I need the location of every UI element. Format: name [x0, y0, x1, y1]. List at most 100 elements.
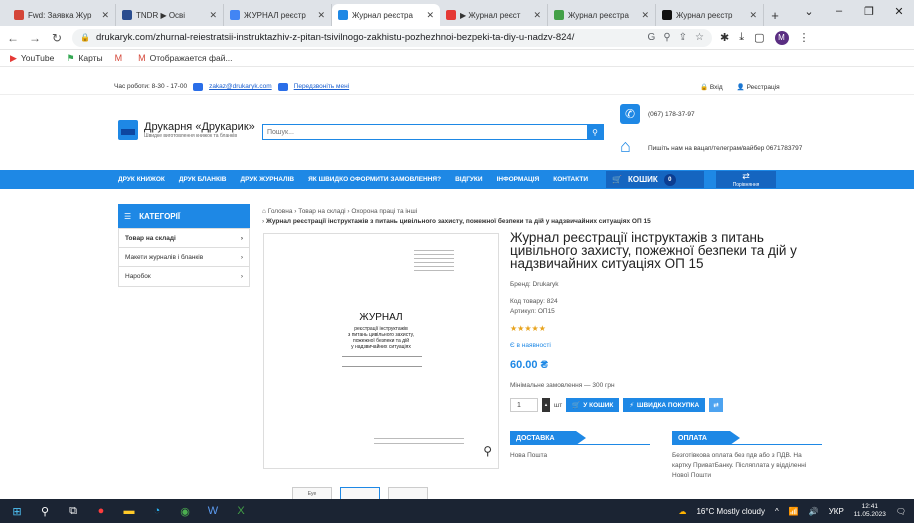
zoom-icon[interactable]: ⚲ [663, 32, 670, 43]
edge-icon[interactable]: ◔ [150, 504, 164, 518]
category-item[interactable]: Товар на складі › [119, 229, 249, 248]
browser-tab[interactable]: Журнал реєстр ✕ [656, 4, 764, 26]
lock-icon[interactable]: 🔒 [80, 33, 90, 42]
menu-icon[interactable]: ⋮ [799, 31, 810, 44]
maximize-button[interactable]: ❐ [854, 0, 884, 22]
star-icon[interactable]: ★ [539, 324, 546, 333]
windows-start-icon[interactable]: ⊞ [10, 504, 24, 518]
breadcrumb-home[interactable]: Головна [268, 208, 293, 215]
forward-icon[interactable]: → [28, 31, 42, 45]
download-icon[interactable]: ⤓ [739, 31, 744, 44]
logo-name: Друкарня «Друкарик» [144, 121, 255, 133]
profile-avatar[interactable]: M [774, 30, 789, 45]
opera-icon[interactable]: ● [94, 504, 108, 518]
tab-close-icon[interactable]: ✕ [749, 10, 757, 21]
register-link[interactable]: 👤 Реєстрація [737, 83, 780, 91]
quick-buy-button[interactable]: ⚡ ШВИДКА ПОКУПКА [623, 398, 706, 412]
notifications-icon[interactable]: 🗨 [896, 507, 906, 516]
weather-icon[interactable]: ☁ [678, 507, 686, 516]
product-image[interactable]: ЖУРНАЛ реєстрації інструктажів з питань ц… [263, 233, 499, 469]
volume-icon[interactable]: 🔊 [809, 507, 819, 516]
nav-item[interactable]: ДРУК КНИЖОК [118, 176, 165, 183]
tab-favicon-icon [338, 10, 348, 20]
nav-item[interactable]: КОНТАКТИ [553, 176, 588, 183]
chevron-right-icon: › [240, 234, 243, 242]
breadcrumb: ⌂ Головна › Товар на складі › Охорона пр… [262, 208, 651, 225]
product-code: Код товару: 824 [510, 298, 558, 305]
address-url: drukaryk.com/zhurnal-reiestratsii-instru… [95, 32, 575, 43]
bookmark-item[interactable]: ⚑ Карты [66, 53, 102, 64]
nav-item[interactable]: ДРУК БЛАНКІВ [179, 176, 227, 183]
callback-link[interactable]: Передзвоніть мені [294, 83, 349, 90]
bookmarks-bar: ▶ YouTube ⚑ Карты M M Отображается фай... [0, 50, 914, 67]
zoom-icon[interactable]: ⚲ [483, 444, 492, 458]
google-lens-icon[interactable]: G [648, 32, 656, 43]
cart-button[interactable]: 🛒 КОШИК 0 [606, 171, 704, 188]
login-link[interactable]: 🔒 Вхід [700, 83, 723, 91]
tab-search-icon[interactable]: ⌄ [794, 0, 824, 22]
word-icon[interactable]: W [206, 504, 220, 518]
home-crumb-icon: ⌂ [262, 208, 266, 215]
search-icon[interactable]: ⚲ [587, 125, 603, 139]
tab-close-icon[interactable]: ✕ [209, 10, 217, 21]
nav-item[interactable]: ІНФОРМАЦІЯ [497, 176, 540, 183]
site-search: ⚲ [262, 124, 604, 140]
tab-close-icon[interactable]: ✕ [426, 10, 434, 21]
address-bar[interactable]: 🔒 drukaryk.com/zhurnal-reiestratsii-inst… [72, 28, 712, 47]
logo-tagline: Швидке виготовлення книжок та бланків [144, 133, 237, 139]
browser-tab[interactable]: TNDR ▶ Осві ✕ [116, 4, 224, 26]
chrome-icon[interactable]: ◉ [178, 504, 192, 518]
back-icon[interactable]: ← [6, 31, 20, 45]
extensions-icon[interactable]: ✱ [720, 31, 729, 44]
bookmark-item[interactable]: ▶ YouTube [10, 53, 54, 64]
compare-button[interactable]: ⇄ Порівняння [716, 171, 776, 188]
email-link[interactable]: zakaz@drukaryk.com [209, 83, 272, 90]
site-logo[interactable]: Друкарня «Друкарик» Швидке виготовлення … [118, 120, 255, 140]
share-icon[interactable]: ⇪ [679, 32, 687, 43]
search-icon[interactable]: ⚲ [38, 504, 52, 518]
compare-small-button[interactable]: ⇄ [709, 398, 724, 412]
breadcrumb-subcategory[interactable]: Охорона праці та інші [351, 208, 417, 215]
bookmark-star-icon[interactable]: ☆ [695, 32, 704, 43]
category-item[interactable]: Наробок › [119, 267, 249, 286]
minimize-button[interactable]: – [824, 0, 854, 22]
quantity-stepper[interactable]: ▴ [542, 398, 550, 412]
new-tab-button[interactable]: + [764, 4, 786, 26]
nav-item[interactable]: ДРУК ЖУРНАЛІВ [240, 176, 294, 183]
phone-number[interactable]: (067) 178-37-97 [648, 111, 695, 118]
bookmark-item[interactable]: M [115, 53, 127, 63]
browser-tab[interactable]: ▶ Журнал реєст ✕ [440, 4, 548, 26]
network-icon[interactable]: 📶 [789, 507, 799, 516]
bookmark-item[interactable]: M Отображается фай... [138, 53, 232, 63]
browser-tab[interactable]: Журнал реєстра ✕ [332, 4, 440, 26]
category-item[interactable]: Макети журналів і бланків › [119, 248, 249, 267]
close-window-button[interactable]: ✕ [884, 0, 914, 22]
tab-close-icon[interactable]: ✕ [533, 10, 541, 21]
doc-title: ЖУРНАЛ [359, 312, 403, 323]
search-input[interactable] [263, 125, 587, 139]
browser-tab[interactable]: Журнал реєстра ✕ [548, 4, 656, 26]
task-view-icon[interactable]: ⧉ [66, 504, 80, 518]
file-explorer-icon[interactable]: ▬ [122, 504, 136, 518]
star-icon[interactable]: ★ [524, 324, 531, 333]
star-icon[interactable]: ★ [532, 324, 539, 333]
clock[interactable]: 12:41 11.05.2023 [854, 503, 886, 519]
tab-close-icon[interactable]: ✕ [101, 10, 109, 21]
tab-close-icon[interactable]: ✕ [317, 10, 325, 21]
nav-item[interactable]: ВІДГУКИ [455, 176, 483, 183]
tray-chevron-icon[interactable]: ^ [775, 507, 779, 516]
browser-toolbar: ← → ↻ 🔒 drukaryk.com/zhurnal-reiestratsi… [0, 26, 914, 50]
browser-tab[interactable]: ЖУРНАЛ реєстр ✕ [224, 4, 332, 26]
reload-icon[interactable]: ↻ [50, 31, 64, 45]
excel-icon[interactable]: X [234, 504, 248, 518]
weather-text[interactable]: 16°C Mostly cloudy [696, 507, 765, 516]
language-indicator[interactable]: УКР [829, 507, 844, 516]
browser-tab[interactable]: Fwd: Заявка Жур ✕ [8, 4, 116, 26]
add-to-cart-button[interactable]: 🛒 У КОШИК [566, 398, 620, 412]
nav-item[interactable]: ЯК ШВИДКО ОФОРМИТИ ЗАМОВЛЕННЯ? [308, 176, 441, 183]
breadcrumb-category[interactable]: Товар на складі [298, 208, 345, 215]
side-panel-icon[interactable]: ▢ [754, 31, 764, 44]
site-topbar: Час роботи: 8-30 - 17-00 zakaz@drukaryk.… [0, 79, 914, 95]
quantity-input[interactable]: 1 [510, 398, 538, 412]
tab-close-icon[interactable]: ✕ [641, 10, 649, 21]
